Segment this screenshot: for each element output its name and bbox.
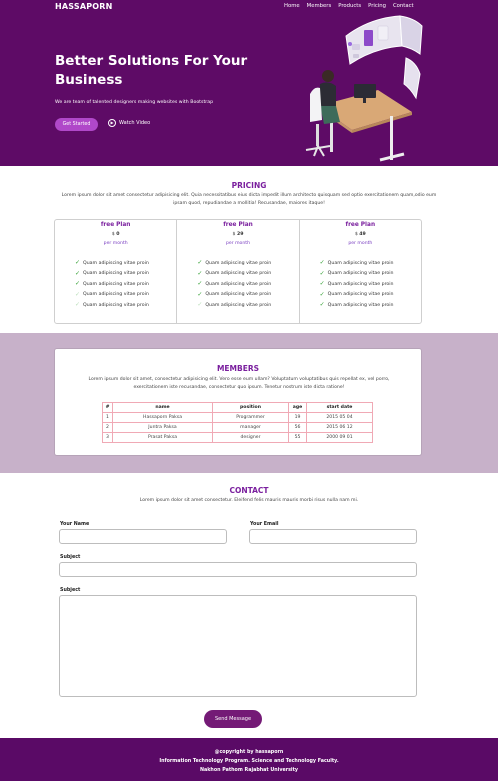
table-row: 1 Hassaporn Paksa Programmer 19 2015 05 … (102, 412, 373, 423)
check-icon: ✓ (75, 269, 81, 277)
feature-item: ✓ Quam adipiscing vitae proin (319, 290, 394, 298)
feature-item: ✓ Quam adipiscing vitae proin (197, 269, 272, 277)
feature-item: ✓ Quam adipiscing vitae proin (75, 269, 149, 277)
nav-home[interactable]: Home (284, 3, 300, 9)
plan-period: per month (103, 241, 128, 246)
table-row: 3 Prasat Paksa designer 55 2000 09 01 (102, 432, 373, 443)
check-icon: ✓ (319, 259, 325, 267)
check-icon: ✓ (75, 290, 81, 298)
plan-period: per month (225, 241, 250, 246)
check-icon: ✓ (75, 259, 81, 267)
pricing-text: Lorem ipsum dolor sit amet consectetur a… (61, 193, 437, 206)
feature-item: ✓ Quam adipiscing vitae proin (197, 290, 272, 298)
col-number: # (102, 402, 113, 413)
email-field[interactable] (249, 529, 417, 544)
check-icon: ✓ (197, 301, 203, 309)
hero-title: Better Solutions For Your Business (55, 53, 248, 88)
pricing-title: PRICING (231, 181, 267, 190)
hero-illustration (305, 15, 423, 162)
watch-video-button[interactable]: ▶ Watch Video (108, 119, 150, 127)
footer-copyright: @copyright by hassaporn (214, 750, 284, 755)
message-field[interactable] (59, 595, 417, 697)
members-card: MEMBERS Lorem ipsum dolor sit amet, cons… (54, 348, 422, 456)
contact-title: CONTACT (229, 486, 269, 495)
subject-label: Subject (60, 555, 81, 560)
feature-item: ✓ Quam adipiscing vitae proin (197, 301, 272, 309)
feature-item: ✓ Quam adipiscing vitae proin (75, 301, 149, 309)
check-icon: ✓ (319, 269, 325, 277)
feature-item: ✓ Quam adipiscing vitae proin (319, 259, 394, 267)
nav-products[interactable]: Products (338, 3, 361, 9)
plan-name: free Plan (100, 222, 131, 228)
play-icon: ▶ (108, 119, 116, 127)
members-table: # name position age start date 1 Hassapo… (102, 402, 373, 443)
feature-item: ✓ Quam adipiscing vitae proin (319, 269, 394, 277)
plan-features: ✓ Quam adipiscing vitae proin ✓ Quam adipi… (197, 258, 271, 311)
col-start-date: start date (306, 402, 373, 413)
plan-price: $ 0 (111, 232, 120, 237)
nav-pricing[interactable]: Pricing (368, 3, 386, 9)
contact-text: Lorem ipsum dolor sit amet consectetur. … (139, 498, 359, 503)
plan-period: per month (348, 241, 373, 246)
feature-item: ✓ Quam adipiscing vitae proin (75, 259, 149, 267)
name-field[interactable] (59, 529, 227, 544)
plan-card: free Plan $ 49 per month ✓ Quam adipiscin… (300, 220, 421, 323)
table-header-row: # name position age start date (102, 402, 373, 413)
feature-item: ✓ Quam adipiscing vitae proin (75, 280, 149, 288)
feature-item: ✓ Quam adipiscing vitae proin (197, 280, 272, 288)
your-email-label: Your Email (250, 522, 279, 527)
watch-video-label: Watch Video (119, 120, 151, 126)
check-icon: ✓ (75, 301, 81, 309)
check-icon: ✓ (319, 290, 325, 298)
pricing-table: free Plan $ 0 per month ✓ Quam adipiscing… (54, 219, 422, 324)
hero-subtitle: We are team of talented designers making… (55, 100, 214, 105)
check-icon: ✓ (197, 290, 203, 298)
plan-features: ✓ Quam adipiscing vitae proin ✓ Quam adipi… (75, 258, 149, 311)
col-age: age (288, 402, 307, 413)
col-position: position (212, 402, 289, 413)
footer-program: Information Technology Program. Science … (159, 759, 339, 764)
message-label: Subject (60, 588, 81, 593)
check-icon: ✓ (197, 269, 203, 277)
plan-card: free Plan $ 0 per month ✓ Quam adipiscing… (55, 220, 178, 323)
members-text: Lorem ipsum dolor sit amet, consectetur … (88, 377, 390, 390)
plan-price: $ 29 (232, 232, 244, 237)
plan-price: $ 49 (354, 232, 366, 237)
plan-name: free Plan (223, 222, 253, 228)
brand-logo[interactable]: HASSAPORN (55, 2, 113, 11)
nav-members[interactable]: Members (307, 3, 332, 9)
check-icon: ✓ (197, 259, 203, 267)
col-name: name (112, 402, 213, 413)
subject-field[interactable] (59, 562, 417, 577)
get-started-button[interactable]: Get Started (55, 118, 98, 131)
footer: @copyright by hassaporn Information Tech… (0, 738, 498, 781)
check-icon: ✓ (197, 280, 203, 288)
send-message-button[interactable]: Send Message (204, 710, 262, 728)
plan-features: ✓ Quam adipiscing vitae proin ✓ Quam adipi… (320, 258, 394, 311)
table-row: 2 Juntra Paksa manager 56 2015 06 12 (102, 422, 373, 433)
check-icon: ✓ (319, 301, 325, 309)
plan-card: free Plan $ 29 per month ✓ Quam adipiscin… (177, 220, 300, 323)
feature-item: ✓ Quam adipiscing vitae proin (319, 301, 394, 309)
your-name-label: Your Name (60, 522, 90, 527)
members-title: MEMBERS (216, 364, 260, 373)
hero-section: HASSAPORN Home Members Products Pricing … (0, 0, 498, 166)
main-nav: Home Members Products Pricing Contact (284, 3, 414, 9)
footer-university: Nakhon Pathom Rajabhat University (199, 768, 298, 773)
check-icon: ✓ (319, 280, 325, 288)
feature-item: ✓ Quam adipiscing vitae proin (319, 280, 394, 288)
check-icon: ✓ (75, 280, 81, 288)
plan-name: free Plan (345, 222, 376, 228)
nav-contact[interactable]: Contact (393, 3, 414, 9)
feature-item: ✓ Quam adipiscing vitae proin (197, 259, 272, 267)
feature-item: ✓ Quam adipiscing vitae proin (75, 290, 149, 298)
